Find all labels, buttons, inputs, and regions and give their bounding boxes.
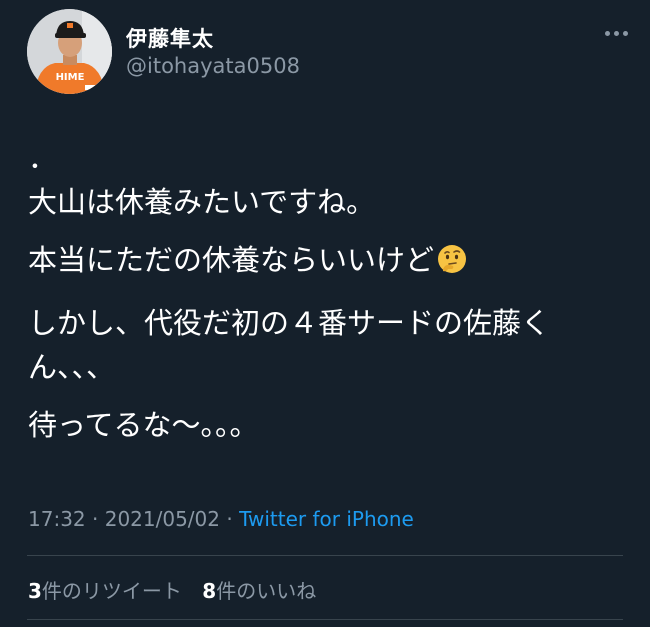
more-dot <box>604 30 610 36</box>
tweet-text: ． 大山は休養みたいですね。 本当にただの休養ならいいけど しかし、代役だ初の４… <box>28 140 628 461</box>
more-dot <box>622 30 628 36</box>
retweets-label: 件のリツイート <box>41 579 182 603</box>
likes-stat[interactable]: 8件のいいね <box>202 579 316 603</box>
tweet-detail: HIME 伊藤隼太 @itohayata0508 ． 大山は休養みたいですね。 … <box>0 0 650 627</box>
meta-separator: · <box>92 507 99 531</box>
tweet-meta: 17:32 · 2021/05/02 · Twitter for iPhone <box>28 507 414 531</box>
tweet-stats: 3件のリツイート 8件のいいね <box>28 575 330 604</box>
divider <box>27 619 623 620</box>
tweet-time[interactable]: 17:32 <box>28 507 86 531</box>
more-options-icon[interactable] <box>602 23 630 43</box>
likes-count: 8 <box>202 579 217 603</box>
tweet-header: HIME 伊藤隼太 @itohayata0508 <box>27 9 630 95</box>
handle[interactable]: @itohayata0508 <box>126 54 300 78</box>
meta-separator: · <box>226 507 233 531</box>
divider <box>27 555 623 556</box>
likes-label: 件のいいね <box>216 579 317 603</box>
retweets-count: 3 <box>28 579 42 603</box>
retweets-stat[interactable]: 3件のリツイート <box>28 579 182 603</box>
tweet-line: 本当にただの休養ならいいけど <box>28 243 435 277</box>
tweet-line-with-emoji: 本当にただの休養ならいいけど <box>28 238 628 287</box>
tweet-source-link[interactable]: Twitter for iPhone <box>239 507 414 531</box>
avatar[interactable]: HIME <box>27 9 112 94</box>
tweet-line: ． <box>28 141 58 175</box>
tweet-line: しかし、代役だ初の４番サードの佐藤くん、、、 <box>28 306 551 384</box>
more-dot <box>613 30 619 36</box>
tweet-line: 待ってるな〜。。。 <box>28 408 259 442</box>
avatar-photo: HIME <box>27 9 112 94</box>
avatar-jersey-text: HIME <box>56 72 85 83</box>
thinking-face-emoji-icon <box>436 243 468 287</box>
tweet-date[interactable]: 2021/05/02 <box>105 507 220 531</box>
tweet-line: 大山は休養みたいですね。 <box>28 185 376 219</box>
display-name[interactable]: 伊藤隼太 <box>126 23 214 53</box>
